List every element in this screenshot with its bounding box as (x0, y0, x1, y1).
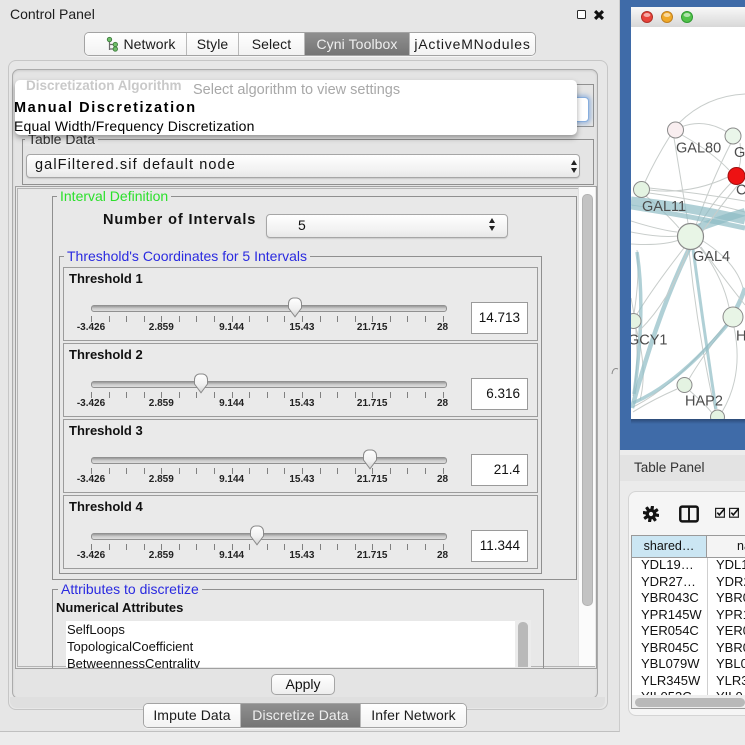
svg-text:HI: HI (736, 329, 745, 345)
svg-text:C: C (736, 183, 745, 199)
svg-text:GAL80: GAL80 (676, 141, 721, 157)
svg-text:GA: GA (734, 145, 745, 161)
svg-text:GAL11: GAL11 (642, 199, 686, 215)
svg-text:HAP2: HAP2 (685, 394, 723, 410)
svg-text:GCY1: GCY1 (631, 333, 668, 349)
svg-text:GAL4: GAL4 (693, 249, 730, 265)
